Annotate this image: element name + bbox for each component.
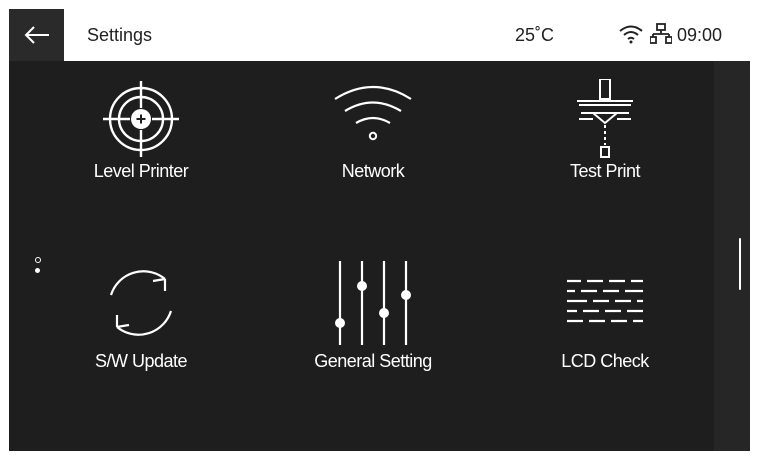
menu-label: S/W Update: [94, 351, 188, 371]
page-title: Settings: [87, 25, 153, 45]
general-setting-button[interactable]: General Setting: [283, 259, 463, 419]
lcd-check-icon: [567, 279, 643, 323]
temperature-readout: 25˚C: [515, 25, 555, 45]
level-printer-button[interactable]: Level Printer: [51, 69, 231, 229]
wifi-icon: [334, 85, 412, 141]
menu-label: Test Print: [569, 161, 641, 181]
scrollbar-thumb[interactable]: [739, 238, 741, 290]
menu-label: Level Printer: [93, 161, 189, 181]
test-print-icon: [577, 79, 633, 158]
clock: 09:00: [677, 25, 723, 45]
network-lan-icon: [650, 23, 672, 44]
sw-update-button[interactable]: S/W Update: [51, 259, 231, 419]
target-icon: [103, 81, 179, 157]
top-bar: Settings 25˚C 09:00: [9, 9, 750, 61]
menu-label: General Setting: [314, 351, 432, 371]
menu-label: Network: [341, 161, 405, 181]
page-indicator-dot-active[interactable]: [35, 268, 40, 273]
scrollbar-track[interactable]: [714, 61, 750, 451]
network-button[interactable]: Network: [283, 69, 463, 229]
wifi-icon: [619, 25, 643, 44]
back-button[interactable]: [9, 9, 64, 61]
menu-label: LCD Check: [561, 351, 649, 371]
sliders-icon: [335, 261, 411, 345]
settings-screen: Settings 25˚C 09:00 Level Printer Networ…: [9, 9, 750, 451]
page-indicator-dot[interactable]: [35, 257, 41, 263]
refresh-icon: [109, 270, 173, 336]
lcd-check-button[interactable]: LCD Check: [515, 259, 695, 419]
test-print-button[interactable]: Test Print: [515, 69, 695, 229]
back-arrow-icon: [24, 26, 49, 44]
